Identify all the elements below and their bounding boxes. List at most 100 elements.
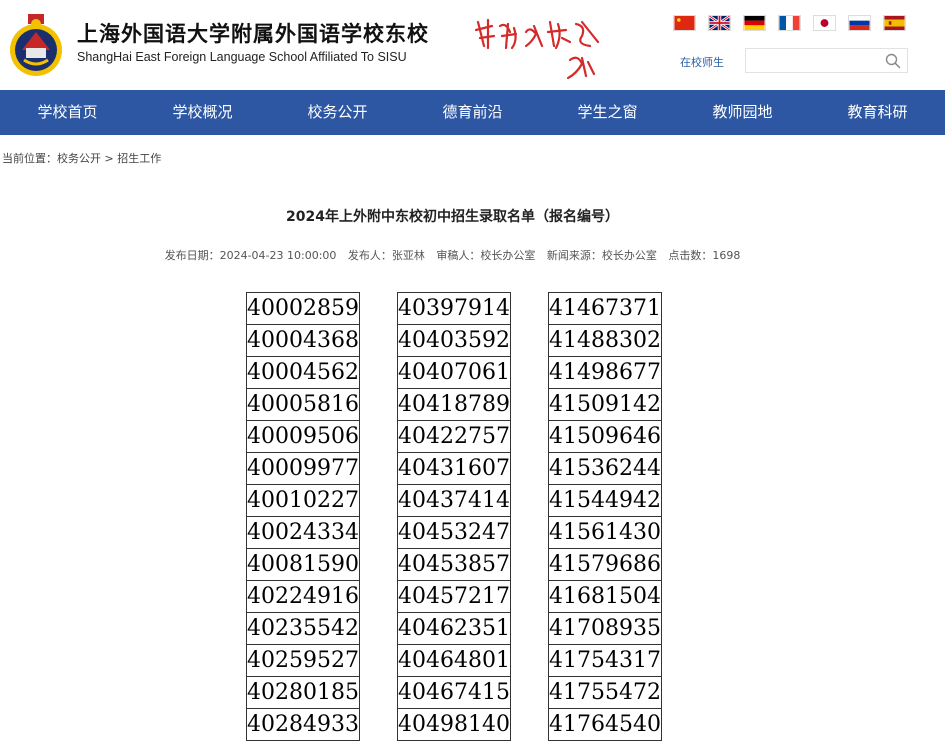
table-row: 40437414	[397, 484, 511, 517]
table-row: 40464801	[397, 644, 511, 677]
calligraphy-motto-image	[474, 18, 600, 80]
publish-date: 发布日期：2024-04-23 10:00:00	[164, 249, 337, 262]
breadcrumb-link-admissions[interactable]: 招生工作	[117, 152, 161, 165]
table-row: 41488302	[548, 324, 662, 357]
registration-number-cell: 40024334	[246, 516, 360, 549]
registration-number-cell: 41488302	[548, 324, 662, 357]
nav-item-home[interactable]: 学校首页	[0, 90, 135, 135]
registration-number-cell: 40407061	[397, 356, 511, 389]
registration-number-cell: 41708935	[548, 612, 662, 645]
germany-flag-icon[interactable]	[743, 15, 766, 31]
table-row: 41467371	[548, 292, 662, 325]
table-row: 40498140	[397, 708, 511, 741]
registration-number-cell: 41536244	[548, 452, 662, 485]
table-row: 41561430	[548, 516, 662, 549]
search-input[interactable]	[746, 49, 888, 72]
registration-number-cell: 40002859	[246, 292, 360, 325]
admission-id-table: 40397914 40403592 40407061 40418789 40422757…	[397, 292, 511, 741]
registration-number-cell: 40453857	[397, 548, 511, 581]
registration-number-cell: 40453247	[397, 516, 511, 549]
russia-flag-icon[interactable]	[848, 15, 871, 31]
nav-item-affairs[interactable]: 校务公开	[270, 90, 405, 135]
registration-number-cell: 41754317	[548, 644, 662, 677]
table-row: 40397914	[397, 292, 511, 325]
spain-flag-icon[interactable]	[883, 15, 906, 31]
table-row: 40284933	[246, 708, 360, 741]
site-header: 上海外国语大学附属外国语学校东校 ShangHai East Foreign L…	[0, 0, 945, 90]
table-row: 41509646	[548, 420, 662, 453]
table-row: 40431607	[397, 452, 511, 485]
france-flag-icon[interactable]	[778, 15, 801, 31]
china-flag-icon[interactable]	[673, 15, 696, 31]
admission-id-table: 40002859 40004368 40004562 40005816 40009506…	[246, 292, 360, 741]
registration-number-cell: 41755472	[548, 676, 662, 709]
news-source: 新闻来源：校长办公室	[546, 249, 657, 262]
registration-number-cell: 40009977	[246, 452, 360, 485]
school-crest-logo[interactable]	[8, 8, 64, 78]
registration-number-cell: 40081590	[246, 548, 360, 581]
breadcrumb-prefix: 当前位置：	[2, 152, 57, 165]
table-row: 40009506	[246, 420, 360, 453]
table-row: 40002859	[246, 292, 360, 325]
table-row: 41544942	[548, 484, 662, 517]
uk-flag-icon[interactable]	[708, 15, 731, 31]
nav-item-research[interactable]: 教育科研	[810, 90, 945, 135]
nav-item-moral-education[interactable]: 德育前沿	[405, 90, 540, 135]
search-icon[interactable]	[885, 53, 901, 69]
registration-number-cell: 40498140	[397, 708, 511, 741]
nav-item-teachers[interactable]: 教师园地	[675, 90, 810, 135]
registration-number-cell: 40009506	[246, 420, 360, 453]
search-box	[745, 48, 908, 73]
registration-number-cell: 40280185	[246, 676, 360, 709]
table-row: 40009977	[246, 452, 360, 485]
table-row: 40224916	[246, 580, 360, 613]
table-row: 41579686	[548, 548, 662, 581]
registration-number-cell: 41764540	[548, 708, 662, 741]
language-flags	[673, 15, 906, 31]
registration-number-cell: 40259527	[246, 644, 360, 677]
registration-number-cell: 40224916	[246, 580, 360, 613]
registration-number-cell: 41544942	[548, 484, 662, 517]
registration-number-cell: 40284933	[246, 708, 360, 741]
admission-id-table: 41467371 41488302 41498677 41509142 41509646…	[548, 292, 662, 741]
main-nav: 学校首页 学校概况 校务公开 德育前沿 学生之窗 教师园地 教育科研	[0, 90, 945, 135]
table-row: 41498677	[548, 356, 662, 389]
registration-number-cell: 40403592	[397, 324, 511, 357]
table-row: 41681504	[548, 580, 662, 613]
breadcrumb-link-affairs[interactable]: 校务公开	[57, 152, 101, 165]
table-row: 40457217	[397, 580, 511, 613]
registration-number-cell: 41509142	[548, 388, 662, 421]
registration-number-cell: 41509646	[548, 420, 662, 453]
nav-item-students[interactable]: 学生之窗	[540, 90, 675, 135]
table-row: 40005816	[246, 388, 360, 421]
registration-number-cell: 40464801	[397, 644, 511, 677]
registration-number-cell: 40010227	[246, 484, 360, 517]
japan-flag-icon[interactable]	[813, 15, 836, 31]
table-row: 40453247	[397, 516, 511, 549]
table-row: 40010227	[246, 484, 360, 517]
table-row: 40407061	[397, 356, 511, 389]
registration-number-cell: 40437414	[397, 484, 511, 517]
staff-login-link[interactable]: 在校师生	[680, 54, 724, 70]
table-row: 40081590	[246, 548, 360, 581]
registration-number-cell: 40418789	[397, 388, 511, 421]
table-row: 41536244	[548, 452, 662, 485]
registration-number-cell: 41681504	[548, 580, 662, 613]
registration-number-cell: 40467415	[397, 676, 511, 709]
table-row: 40422757	[397, 420, 511, 453]
registration-number-cell: 40457217	[397, 580, 511, 613]
nav-item-about[interactable]: 学校概况	[135, 90, 270, 135]
registration-number-cell: 41498677	[548, 356, 662, 389]
table-row: 41754317	[548, 644, 662, 677]
registration-number-cell: 40235542	[246, 612, 360, 645]
registration-number-cell: 41579686	[548, 548, 662, 581]
table-row: 40235542	[246, 612, 360, 645]
breadcrumb: 当前位置：校务公开 > 招生工作	[2, 150, 161, 166]
table-row: 41755472	[548, 676, 662, 709]
breadcrumb-separator: >	[101, 152, 118, 165]
table-row: 40280185	[246, 676, 360, 709]
click-count: 点击数：1698	[668, 249, 741, 262]
table-row: 40259527	[246, 644, 360, 677]
registration-number-cell: 41561430	[548, 516, 662, 549]
registration-number-cell: 40004562	[246, 356, 360, 389]
